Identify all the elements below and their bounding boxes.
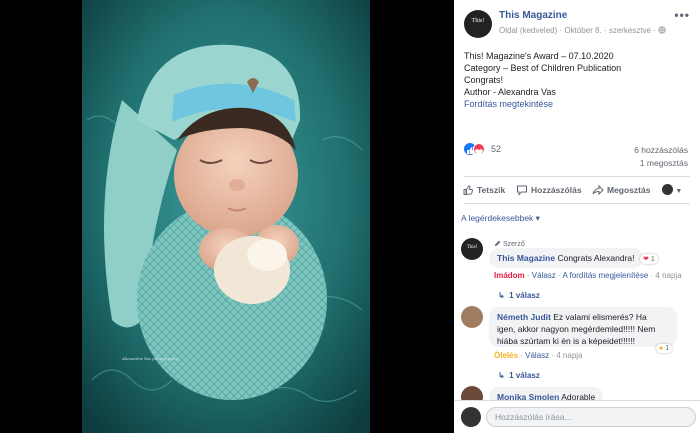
divider <box>464 203 690 204</box>
post-actions: Tetszik Hozzászólás Megosztás ▼ <box>454 182 700 200</box>
globe-icon <box>658 26 666 34</box>
reaction-count: 52 <box>491 144 502 154</box>
comment-actions: Ölelés · Válasz · 4 napja <box>494 351 583 360</box>
audience-selector[interactable]: ▼ <box>662 184 682 195</box>
reply-link[interactable]: Válasz <box>525 351 549 360</box>
thumbs-up-icon <box>463 185 473 196</box>
comment-time: 4 napja <box>655 271 682 280</box>
chevron-down-icon: ▼ <box>675 188 683 195</box>
comment-bubble: Németh Judit Ez valami elismerés? Ha ige… <box>489 307 677 347</box>
comment-composer: Hozzászólás írása... <box>454 400 700 433</box>
comment-input[interactable]: Hozzászólás írása... <box>486 407 696 427</box>
love-reaction-link[interactable]: Imádom <box>494 271 525 280</box>
page-avatar[interactable]: This! <box>464 10 492 38</box>
reply-arrow-icon: ↳ <box>498 291 505 300</box>
like-button[interactable]: Tetszik <box>462 184 505 196</box>
love-reaction-icon: ❤ <box>643 256 649 263</box>
comment-text: Congrats Alexandra! <box>557 253 635 263</box>
comment-reaction-badge[interactable]: ❤ 1 <box>640 254 658 264</box>
comment-author-link[interactable]: This Magazine <box>497 253 555 263</box>
comment-time: 4 napja <box>556 351 583 360</box>
reply-arrow-icon: ↳ <box>498 371 505 380</box>
comment-reaction-badge[interactable]: ● 1 <box>656 344 673 353</box>
photo-watermark: Alexandra Vas photography <box>121 356 179 361</box>
reply-link[interactable]: Válasz <box>532 271 556 280</box>
commenter-avatar[interactable] <box>461 306 483 328</box>
comment-author-link[interactable]: Németh Judit <box>497 312 551 322</box>
more-options-icon[interactable]: ••• <box>674 8 690 22</box>
comment-sort-dropdown[interactable]: A legérdekesebbek ▾ <box>461 213 540 224</box>
share-icon <box>592 184 604 196</box>
pencil-icon <box>494 240 501 247</box>
comment-text: hiába szúrtam ki én is a képeidet!!!!!! <box>497 336 635 346</box>
shares-count[interactable]: 1 megosztás <box>640 158 688 168</box>
page-name-link[interactable]: This Magazine <box>499 10 567 21</box>
share-button[interactable]: Megosztás <box>592 184 650 196</box>
post-line-2: Category – Best of Children Publication <box>464 63 622 73</box>
user-avatar-icon <box>662 184 673 195</box>
post-meta: Oldal (kedveled) · Október 8. · szerkesz… <box>499 26 666 35</box>
post-line-4: Author - Alexandra Vas <box>464 87 556 97</box>
author-badge: Szerző <box>494 240 525 248</box>
love-reaction-icon <box>473 143 485 156</box>
post-line-3: Congrats! <box>464 75 504 85</box>
comment-icon <box>517 185 527 196</box>
post-side-panel: This! This Magazine Oldal (kedveled) · O… <box>454 0 700 433</box>
care-reaction-icon: ● <box>659 345 664 352</box>
newborn-photo: Alexandra Vas photography <box>82 0 370 433</box>
comment-text: igen, akkor nagyon megérdemled!!!!! Nem <box>497 324 656 334</box>
view-replies-link[interactable]: ↳ 1 válasz <box>498 371 540 380</box>
post-text: This! Magazine's Award – 07.10.2020 Cate… <box>464 50 694 110</box>
post-photo[interactable]: Alexandra Vas photography <box>82 0 370 433</box>
divider <box>464 176 690 177</box>
comment-actions: Imádom · Válasz · A fordítás megjeleníté… <box>494 271 682 280</box>
comments-count[interactable]: 6 hozzászólás <box>634 145 688 155</box>
comment-bubble: This Magazine Congrats Alexandra! <box>489 248 643 268</box>
comment-text: Ez valami elismerés? Ha <box>553 312 647 322</box>
care-reaction-link[interactable]: Ölelés <box>494 351 518 360</box>
current-user-avatar <box>461 407 481 427</box>
show-translation-link[interactable]: A fordítás megjelenítése <box>562 271 648 280</box>
see-translation-link[interactable]: Fordítás megtekintése <box>464 98 694 110</box>
comment-button[interactable]: Hozzászólás <box>516 184 582 196</box>
commenter-avatar[interactable]: This! <box>461 238 483 260</box>
view-replies-link[interactable]: ↳ 1 válasz <box>498 291 540 300</box>
photo-viewer: Alexandra Vas photography This! This Mag… <box>0 0 700 433</box>
post-line-1: This! Magazine's Award – 07.10.2020 <box>464 51 614 61</box>
